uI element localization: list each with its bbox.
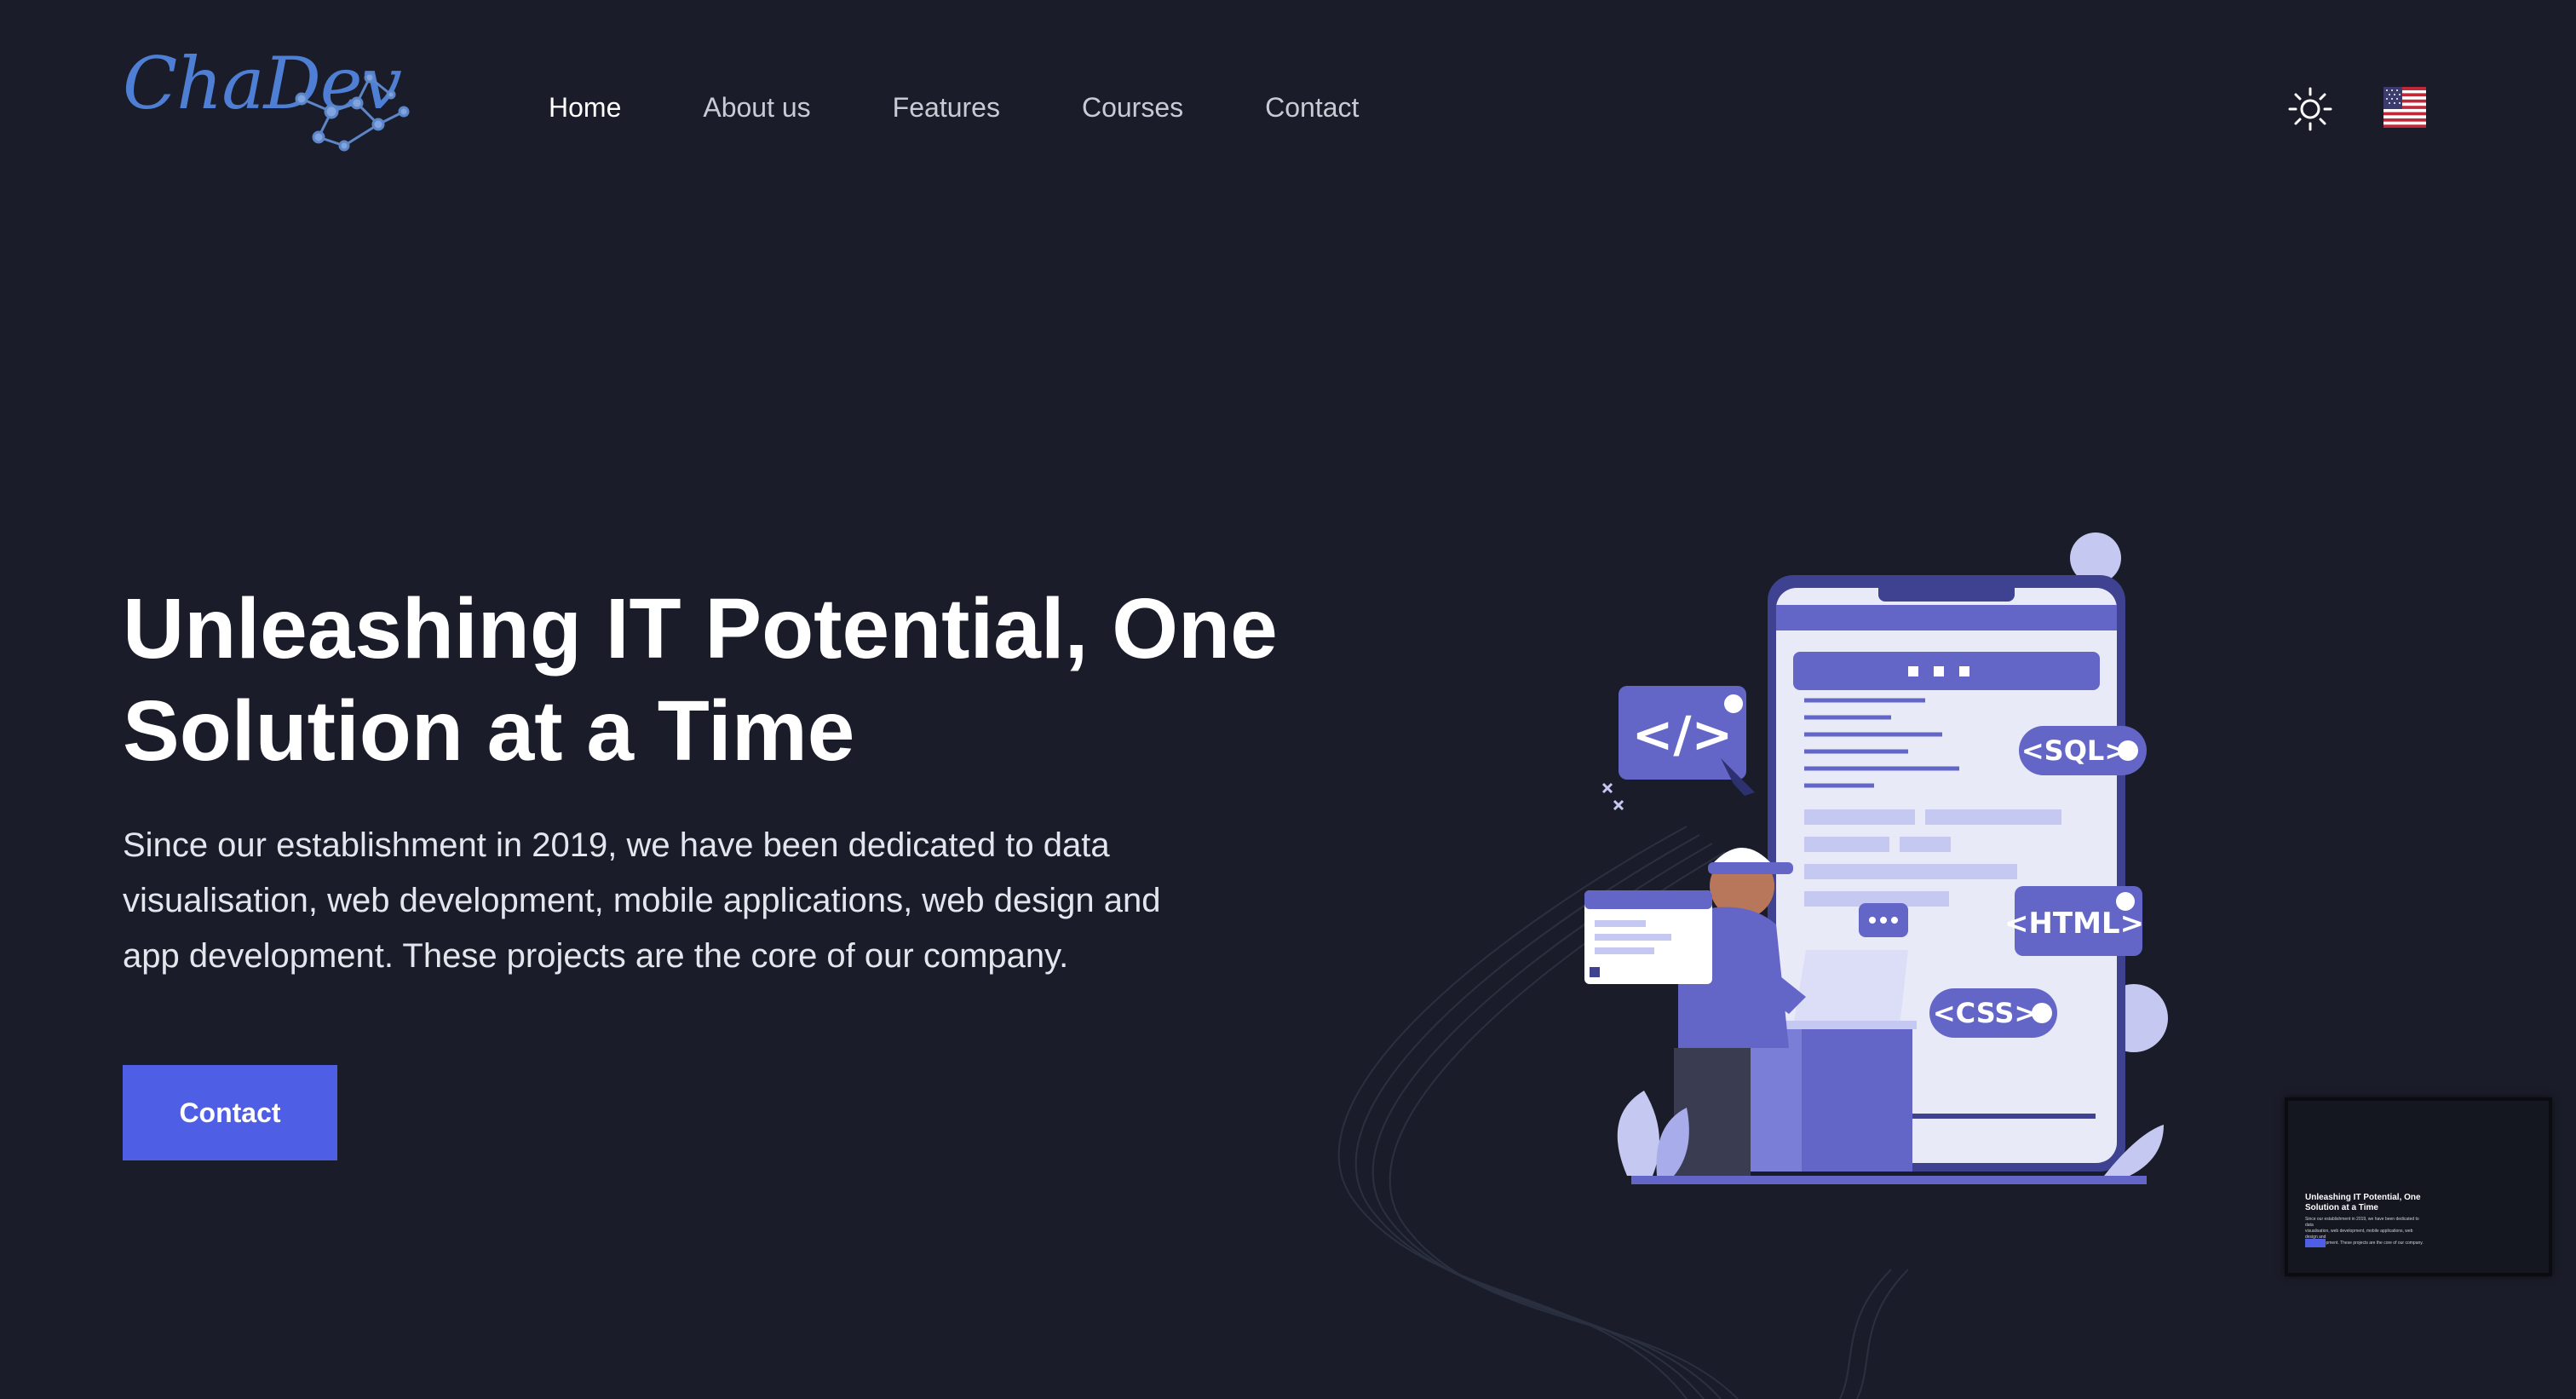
nav-courses[interactable]: Courses	[1082, 85, 1183, 130]
language-selector[interactable]	[2383, 87, 2426, 128]
css-tag-label: <CSS>	[1933, 997, 2037, 1029]
sql-tag-label: <SQL>	[2021, 734, 2127, 767]
nav-features[interactable]: Features	[893, 85, 1000, 130]
hero-description: Since our establishment in 2019, we have…	[123, 818, 1264, 984]
hero-title-line-2: Solution at a Time	[123, 683, 855, 779]
html-tag-label: <HTML>	[2004, 907, 2144, 941]
nav-about-us[interactable]: About us	[703, 85, 810, 130]
hero-text-line-3: app development. These projects are the …	[123, 937, 1069, 975]
nav-home[interactable]: Home	[549, 85, 621, 130]
nav-contact[interactable]: Contact	[1265, 85, 1359, 130]
hero-title: Unleashing IT Potential, One Solution at…	[123, 578, 1315, 782]
mini-preview-title: Unleashing IT Potential, One Solution at…	[2305, 1193, 2421, 1212]
page: ChaDev Home About us Features Courses Co…	[0, 0, 2576, 1399]
contact-button[interactable]: Contact	[123, 1065, 337, 1160]
brand-logo[interactable]: ChaDev	[123, 48, 412, 167]
mini-preview-button	[2305, 1239, 2326, 1247]
network-icon	[295, 72, 410, 152]
hero-illustration: </> <SQL> <HTML> <CSS>	[1244, 503, 2266, 1399]
main-nav: Home About us Features Courses Contact	[549, 85, 1440, 130]
developer-illustration: </> <SQL> <HTML> <CSS>	[1337, 533, 2168, 1399]
hero-text-line-1: Since our establishment in 2019, we have…	[123, 826, 1110, 864]
hero-title-line-1: Unleashing IT Potential, One	[123, 581, 1278, 676]
page-preview-thumbnail[interactable]: Unleashing IT Potential, One Solution at…	[2285, 1097, 2552, 1276]
hero-text-line-2: visualisation, web development, mobile a…	[123, 882, 1161, 919]
us-flag-icon	[2383, 87, 2426, 128]
theme-toggle-button[interactable]	[2286, 85, 2334, 133]
sun-icon	[2288, 87, 2332, 131]
code-tag-label: </>	[1632, 705, 1733, 763]
